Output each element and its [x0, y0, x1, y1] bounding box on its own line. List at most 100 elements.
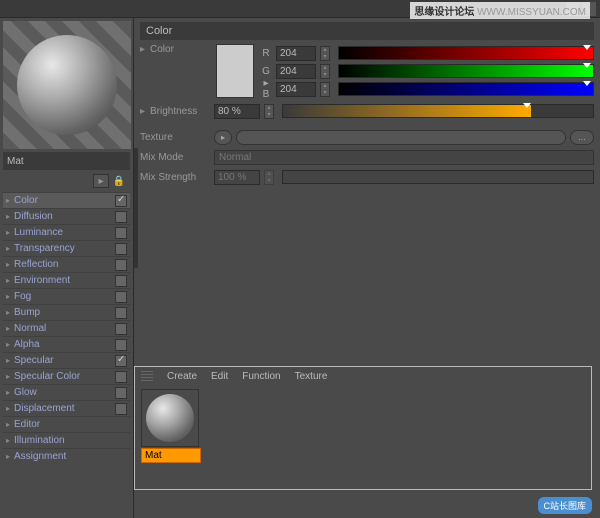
expand-icon: ▸ [6, 340, 14, 349]
channel-label: Illumination [14, 435, 127, 446]
channel-glow[interactable]: ▸Glow [3, 384, 130, 400]
channel-label: Fog [14, 291, 111, 302]
expand-icon: ▸ [6, 260, 14, 269]
channel-illumination[interactable]: ▸Illumination [3, 432, 130, 448]
r-label: R [260, 48, 272, 59]
watermark-bottom: C站长图库 [538, 497, 593, 514]
material-preview[interactable] [3, 21, 131, 149]
channel-label: Glow [14, 387, 111, 398]
material-thumbnail[interactable]: Mat [141, 389, 201, 463]
brightness-spinner[interactable]: ▴▾ [264, 104, 274, 119]
channel-checkbox[interactable] [115, 371, 127, 383]
preview-sphere [17, 35, 117, 135]
channel-checkbox[interactable] [115, 307, 127, 319]
g-input[interactable] [276, 64, 316, 79]
texture-field[interactable] [236, 130, 566, 145]
nav-row: ▸ 🔒 [3, 172, 130, 190]
g-label: G [260, 66, 272, 77]
material-name-field[interactable]: Mat [3, 152, 130, 170]
channel-diffusion[interactable]: ▸Diffusion [3, 208, 130, 224]
channel-checkbox[interactable] [115, 195, 127, 207]
channel-checkbox[interactable] [115, 211, 127, 223]
menu-edit[interactable]: Edit [211, 371, 228, 382]
channel-checkbox[interactable] [115, 259, 127, 271]
texture-more-button[interactable]: ... [570, 130, 594, 145]
color-label: ▸Color [140, 44, 210, 55]
texture-picker-button[interactable]: ▸ [214, 130, 232, 145]
nav-button[interactable]: ▸ [93, 174, 109, 188]
channel-list: ▸Color▸Diffusion▸Luminance▸Transparency▸… [3, 192, 130, 464]
left-sidebar: Mat ▸ 🔒 ▸Color▸Diffusion▸Luminance▸Trans… [0, 18, 134, 518]
expand-icon: ▸ [6, 452, 14, 461]
channel-checkbox[interactable] [115, 339, 127, 351]
brightness-input[interactable] [214, 104, 260, 119]
expand-icon: ▸ [6, 308, 14, 317]
channel-displacement[interactable]: ▸Displacement [3, 400, 130, 416]
triangle-right-icon: ▸ [98, 176, 103, 187]
b-slider[interactable] [338, 82, 594, 96]
channel-checkbox[interactable] [115, 403, 127, 415]
lock-icon[interactable]: 🔒 [112, 174, 126, 188]
material-thumb-label[interactable]: Mat [141, 448, 201, 463]
brightness-label: ▸Brightness [140, 106, 210, 117]
menu-create[interactable]: Create [167, 371, 197, 382]
channel-environment[interactable]: ▸Environment [3, 272, 130, 288]
watermark-top: 思缘设计论坛 WWW.MISSYUAN.COM [410, 2, 590, 19]
channel-checkbox[interactable] [115, 323, 127, 335]
channel-editor[interactable]: ▸Editor [3, 416, 130, 432]
channel-specular-color[interactable]: ▸Specular Color [3, 368, 130, 384]
channel-bump[interactable]: ▸Bump [3, 304, 130, 320]
brightness-slider[interactable] [282, 104, 594, 118]
slider-marker-icon [583, 63, 591, 68]
expand-icon[interactable]: ▸ [140, 44, 150, 55]
channel-normal[interactable]: ▸Normal [3, 320, 130, 336]
channel-label: Specular [14, 355, 111, 366]
channel-label: Specular Color [14, 371, 111, 382]
b-input[interactable] [276, 82, 316, 97]
thumb-sphere [146, 394, 194, 442]
expand-icon: ▸ [6, 356, 14, 365]
expand-icon: ▸ [6, 228, 14, 237]
channel-fog[interactable]: ▸Fog [3, 288, 130, 304]
g-spinner[interactable]: ▴▾ [320, 64, 330, 79]
menu-texture[interactable]: Texture [295, 371, 328, 382]
color-swatch[interactable] [216, 44, 254, 98]
r-input[interactable] [276, 46, 316, 61]
channel-assignment[interactable]: ▸Assignment [3, 448, 130, 464]
slider-marker-icon [583, 45, 591, 50]
channel-label: Bump [14, 307, 111, 318]
channel-label: Displacement [14, 403, 111, 414]
expand-icon: ▸ [6, 372, 14, 381]
mixstrength-input [214, 170, 260, 185]
g-slider[interactable] [338, 64, 594, 78]
expand-icon: ▸ [6, 388, 14, 397]
channel-label: Assignment [14, 451, 127, 462]
b-label: ▸ B [260, 78, 272, 100]
channel-label: Diffusion [14, 211, 111, 222]
channel-checkbox[interactable] [115, 243, 127, 255]
channel-transparency[interactable]: ▸Transparency [3, 240, 130, 256]
expand-icon[interactable]: ▸ [140, 106, 150, 117]
channel-checkbox[interactable] [115, 355, 127, 367]
channel-checkbox[interactable] [115, 275, 127, 287]
expand-icon: ▸ [6, 276, 14, 285]
mixmode-select[interactable]: Normal [214, 150, 594, 165]
r-spinner[interactable]: ▴▾ [320, 46, 330, 61]
channel-label: Color [14, 195, 111, 206]
channel-reflection[interactable]: ▸Reflection [3, 256, 130, 272]
channel-checkbox[interactable] [115, 291, 127, 303]
channel-checkbox[interactable] [115, 227, 127, 239]
channel-luminance[interactable]: ▸Luminance [3, 224, 130, 240]
menu-function[interactable]: Function [242, 371, 280, 382]
expand-icon: ▸ [6, 196, 14, 205]
grip-icon[interactable] [141, 371, 153, 381]
channel-color[interactable]: ▸Color [3, 192, 130, 208]
channel-alpha[interactable]: ▸Alpha [3, 336, 130, 352]
expand-icon: ▸ [6, 420, 14, 429]
r-slider[interactable] [338, 46, 594, 60]
b-spinner[interactable]: ▴▾ [320, 82, 330, 97]
channel-checkbox[interactable] [115, 387, 127, 399]
channel-specular[interactable]: ▸Specular [3, 352, 130, 368]
mixstrength-slider [282, 170, 594, 184]
material-manager: Create Edit Function Texture Mat [134, 366, 592, 490]
